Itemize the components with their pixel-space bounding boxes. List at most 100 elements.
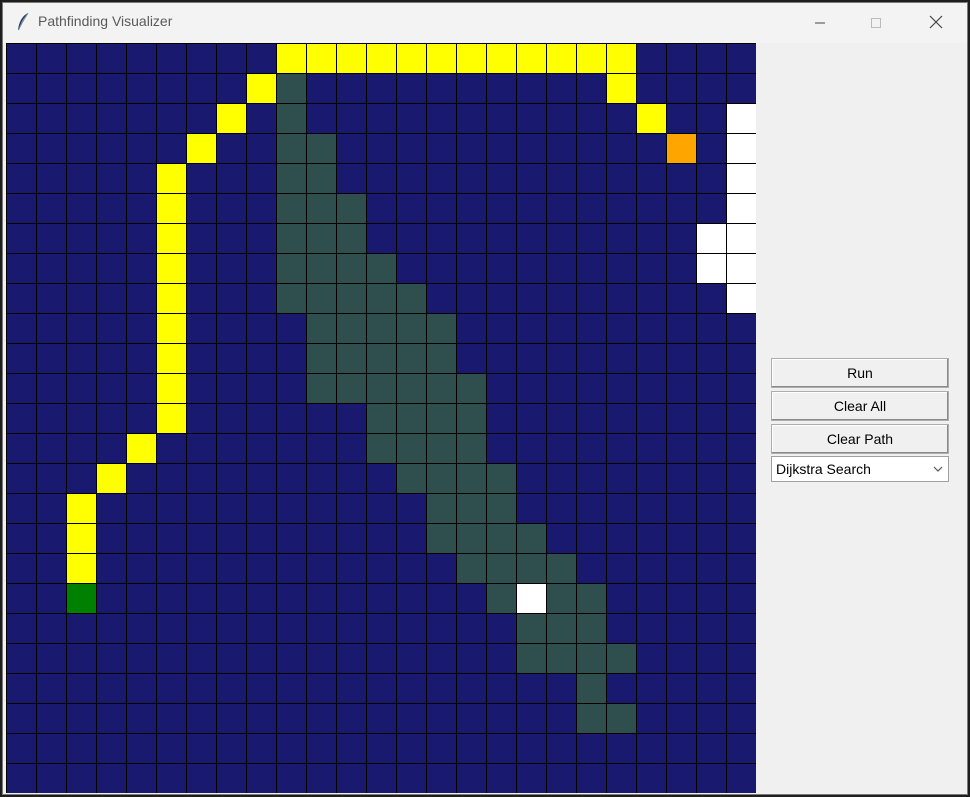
grid-cell-empty[interactable] [637,464,666,493]
grid-cell-empty[interactable] [97,164,126,193]
grid-cell-empty[interactable] [7,224,36,253]
grid-cell-empty[interactable] [67,164,96,193]
grid-cell-empty[interactable] [547,674,576,703]
grid-cell-empty[interactable] [427,104,456,133]
grid-cell-empty[interactable] [487,314,516,343]
grid-cell-empty[interactable] [37,224,66,253]
grid-cell-empty[interactable] [187,314,216,343]
grid-cell-empty[interactable] [697,494,726,523]
grid-cell-explored[interactable] [277,74,306,103]
grid-cell-empty[interactable] [637,614,666,643]
grid-cell-empty[interactable] [277,554,306,583]
grid-cell-empty[interactable] [247,464,276,493]
grid-cell-empty[interactable] [37,554,66,583]
grid-cell-empty[interactable] [577,74,606,103]
grid-cell-empty[interactable] [157,524,186,553]
grid-cell-empty[interactable] [217,524,246,553]
grid-cell-empty[interactable] [397,554,426,583]
grid-cell-empty[interactable] [697,344,726,373]
grid-cell-empty[interactable] [37,284,66,313]
grid-cell-empty[interactable] [547,284,576,313]
grid-cell-empty[interactable] [187,464,216,493]
grid-cell-empty[interactable] [547,164,576,193]
grid-cell-empty[interactable] [217,674,246,703]
grid-cell-empty[interactable] [217,164,246,193]
grid-cell-empty[interactable] [487,254,516,283]
grid-cell-empty[interactable] [127,74,156,103]
grid-cell-empty[interactable] [607,554,636,583]
grid-cell-empty[interactable] [487,344,516,373]
grid-cell-empty[interactable] [97,674,126,703]
grid-cell-empty[interactable] [517,404,546,433]
grid-cell-empty[interactable] [487,74,516,103]
grid-cell-empty[interactable] [277,434,306,463]
grid-cell-path[interactable] [67,554,96,583]
grid-cell-empty[interactable] [187,284,216,313]
grid-cell-empty[interactable] [217,554,246,583]
grid-cell-empty[interactable] [247,374,276,403]
grid-cell-empty[interactable] [97,584,126,613]
close-button[interactable] [913,3,959,43]
grid-cell-empty[interactable] [7,344,36,373]
grid-cell-empty[interactable] [427,224,456,253]
grid-cell-empty[interactable] [7,104,36,133]
grid-cell-empty[interactable] [637,194,666,223]
grid-cell-empty[interactable] [97,614,126,643]
grid-cell-path[interactable] [67,524,96,553]
grid-cell-wall[interactable] [727,194,756,223]
grid-cell-explored[interactable] [427,524,456,553]
grid-cell-empty[interactable] [337,734,366,763]
grid-cell-empty[interactable] [697,194,726,223]
grid-cell-empty[interactable] [667,554,696,583]
grid-cell-empty[interactable] [307,614,336,643]
grid-cell-empty[interactable] [457,134,486,163]
grid-cell-empty[interactable] [727,44,756,73]
grid-cell-empty[interactable] [217,284,246,313]
grid-cell-empty[interactable] [337,674,366,703]
grid-cell-empty[interactable] [697,434,726,463]
grid-cell-path[interactable] [397,44,426,73]
grid-cell-empty[interactable] [397,494,426,523]
grid-cell-empty[interactable] [637,284,666,313]
grid-cell-explored[interactable] [307,314,336,343]
grid-cell-empty[interactable] [217,74,246,103]
grid-cell-empty[interactable] [277,674,306,703]
grid-cell-empty[interactable] [217,404,246,433]
grid-cell-empty[interactable] [277,464,306,493]
grid-cell-path[interactable] [517,44,546,73]
grid-cell-empty[interactable] [247,224,276,253]
grid-cell-empty[interactable] [67,284,96,313]
grid-cell-empty[interactable] [97,524,126,553]
grid-cell-empty[interactable] [667,404,696,433]
grid-cell-empty[interactable] [337,164,366,193]
grid-cell-empty[interactable] [37,74,66,103]
grid-cell-empty[interactable] [577,314,606,343]
grid-cell-empty[interactable] [7,704,36,733]
grid-cell-empty[interactable] [97,704,126,733]
grid-cell-empty[interactable] [607,404,636,433]
grid-cell-empty[interactable] [457,734,486,763]
grid-cell-explored[interactable] [307,344,336,373]
grid-cell-path[interactable] [67,494,96,523]
grid-cell-empty[interactable] [607,524,636,553]
grid-cell-empty[interactable] [7,524,36,553]
grid-cell-empty[interactable] [127,164,156,193]
grid-cell-empty[interactable] [187,494,216,523]
grid-cell-empty[interactable] [637,344,666,373]
grid-cell-explored[interactable] [367,374,396,403]
grid-cell-empty[interactable] [727,524,756,553]
grid-cell-empty[interactable] [37,404,66,433]
grid-cell-empty[interactable] [37,44,66,73]
grid-cell-path[interactable] [637,104,666,133]
grid-cell-empty[interactable] [697,44,726,73]
grid-cell-empty[interactable] [517,674,546,703]
grid-cell-path[interactable] [457,44,486,73]
grid-cell-empty[interactable] [277,764,306,793]
grid-cell-empty[interactable] [307,704,336,733]
grid-cell-empty[interactable] [127,374,156,403]
grid-cell-path[interactable] [607,44,636,73]
grid-cell-empty[interactable] [487,674,516,703]
grid-cell-empty[interactable] [97,224,126,253]
grid-cell-explored[interactable] [397,434,426,463]
grid-cell-empty[interactable] [247,284,276,313]
